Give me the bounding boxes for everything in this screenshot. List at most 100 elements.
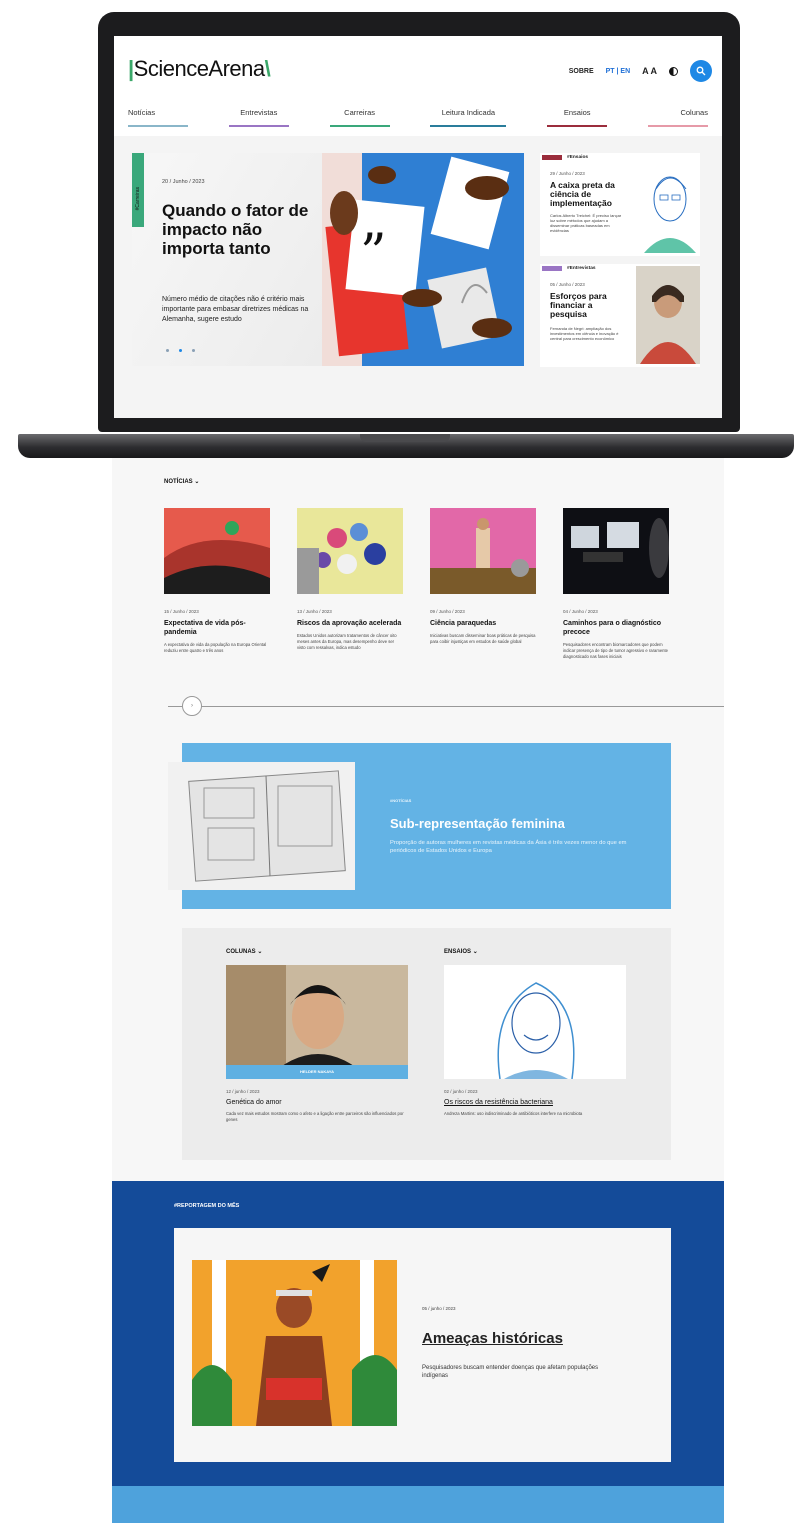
side-card-date: 29 / Junho / 2023 [550,171,585,176]
essay-date: 02 / junho / 2023 [444,1089,478,1094]
feature-subtitle: Proporção de autoras mulheres em revista… [390,840,627,854]
hero-slider[interactable]: #Carreiras 20 / Junho / 2023 Quando o fa… [132,153,524,366]
feature-tag: #NOTÍCIAS [390,798,412,803]
chevron-down-icon: ⌄ [194,479,200,485]
slider-dots [166,349,195,352]
feature-title[interactable]: Sub-representação feminina [390,816,565,831]
ensaios-column: ENSAIOS ⌄ 02 / junho / 2023 Os riscos da… [444,948,626,1117]
indigenous-illustration [192,1260,397,1426]
hero-title[interactable]: Quando o fator de impacto não importa ta… [162,201,312,258]
news-image [430,508,536,594]
portrait-photo [636,266,700,364]
news-image [563,508,669,594]
hero-text-panel: #Carreiras 20 / Junho / 2023 Quando o fa… [132,153,322,366]
slider-next-button[interactable]: › [182,696,202,716]
column-desc: Cada vez mais estudos mostram como o afe… [226,1111,404,1122]
colunas-ensaios-section: COLUNAS ⌄ HELDER NAKAYA 12 / junho / 202… [182,928,671,1160]
news-card[interactable]: 13 / Junho / 2023 Riscos da aprovação ac… [297,508,403,651]
laptop-screen: |ScienceArena\ SOBRE PT | EN A A Notícia… [114,36,722,418]
essay-title[interactable]: Os riscos da resistência bacteriana [444,1099,626,1106]
slider-dot[interactable] [166,349,169,352]
slider-track [168,706,182,707]
page-below: NOTÍCIAS ⌄ 15 / Junho / 2023 Expectativa… [112,458,724,1523]
report-subtitle: Pesquisadores buscam entender doenças qu… [422,1365,599,1379]
svg-text:”: ” [360,224,387,284]
hero-subtitle: Número médio de citações não é critério … [162,296,309,323]
report-title[interactable]: Ameaças históricas [422,1330,563,1347]
essay-author-illustration[interactable] [444,965,626,1079]
nav-carreiras[interactable]: Carreiras [329,108,390,127]
news-card[interactable]: 15 / Junho / 2023 Expectativa de vida pó… [164,508,270,654]
magazine-sketch-illustration [168,762,355,890]
chevron-down-icon: ⌄ [472,949,478,955]
column-date: 12 / junho / 2023 [226,1089,260,1094]
side-card-title[interactable]: A caixa preta da ciência de implementaçã… [550,181,624,208]
chevron-down-icon: ⌄ [257,949,263,955]
news-desc: Iniciativas buscam disseminar boas práti… [430,633,536,644]
news-image [164,508,270,594]
noticias-section-header[interactable]: NOTÍCIAS ⌄ [164,478,199,485]
portrait-sketch-illustration [636,155,700,253]
nav-colunas[interactable]: Colunas [647,108,708,127]
section-label: ENSAIOS [444,949,472,955]
author-name-bar: HELDER NAKAYA [226,1065,408,1079]
news-title[interactable]: Expectativa de vida pós-pandemia [164,619,270,637]
nav-ensaios[interactable]: Ensaios [547,108,608,127]
news-title[interactable]: Ciência paraquedas [430,619,536,628]
news-date: 04 / Junho / 2023 [563,609,598,614]
essay-desc: Andreza Martins: uso indiscriminado de a… [444,1111,583,1116]
news-date: 15 / Junho / 2023 [164,609,199,614]
side-card-desc: Carlos Alberto Treichel: É preciso lança… [550,213,622,233]
font-size-control[interactable]: A A [642,66,657,76]
reportagem-card[interactable]: 05 / junho / 2023 Ameaças históricas Pes… [174,1228,671,1462]
reportagem-label: #REPORTAGEM DO MÊS [174,1203,240,1209]
slider-dot[interactable] [192,349,195,352]
site-logo[interactable]: |ScienceArena\ [128,56,271,82]
search-icon [696,66,706,76]
slider-dot[interactable] [179,349,182,352]
column-title[interactable]: Genética do amor [226,1099,408,1106]
news-desc: A expectativa de vida da população na Eu… [164,642,267,653]
side-card-ensaios[interactable]: #Ensaios 29 / Junho / 2023 A caixa preta… [540,153,700,256]
side-card-title[interactable]: Esforços para financiar a pesquisa [550,292,624,319]
news-card[interactable]: 04 / Junho / 2023 Caminhos para o diagnó… [563,508,669,660]
news-image [297,508,403,594]
nav-noticias[interactable]: Notícias [128,108,188,127]
side-card-entrevistas[interactable]: #Entrevistas 05 / Junho / 2023 Esforços … [540,264,700,367]
news-title[interactable]: Caminhos para o diagnóstico precoce [563,619,669,637]
column-author-photo[interactable]: HELDER NAKAYA [226,965,408,1079]
about-link[interactable]: SOBRE [569,68,594,75]
side-card-desc: Fernanda de Negri: ampliação dos investi… [550,326,619,341]
slider-track [192,706,724,707]
hero-illustration: ” [322,153,524,366]
side-card-date: 05 / Junho / 2023 [550,282,585,287]
news-desc: Pesquisadores encontram biomarcadores qu… [563,642,668,659]
site-header: |ScienceArena\ SOBRE PT | EN A A Notícia… [114,36,722,136]
main-nav: Notícias Entrevistas Carreiras Leitura I… [114,108,722,127]
laptop-notch [360,434,450,442]
news-date: 09 / Junho / 2023 [430,609,465,614]
colunas-column: COLUNAS ⌄ HELDER NAKAYA 12 / junho / 202… [226,948,408,1123]
section-label: COLUNAS [226,949,256,955]
news-card[interactable]: 09 / Junho / 2023 Ciência paraquedas Ini… [430,508,536,645]
language-switch[interactable]: PT | EN [606,68,631,75]
author-portrait [226,965,408,1079]
footer-strip [112,1486,724,1523]
side-card-tag: #Entrevistas [567,266,596,271]
line-portrait [444,965,626,1079]
ensaios-section-header[interactable]: ENSAIOS ⌄ [444,948,626,955]
chevron-right-icon: › [191,703,193,709]
news-title[interactable]: Riscos da aprovação acelerada [297,619,403,628]
report-date: 05 / junho / 2023 [422,1306,456,1311]
contrast-icon[interactable] [669,66,678,76]
search-button[interactable] [690,60,712,82]
news-desc: Estados Unidos autorizam tratamentos de … [297,633,397,650]
colunas-section-header[interactable]: COLUNAS ⌄ [226,948,408,955]
reportagem-section: #REPORTAGEM DO MÊS 05 / junho / 2023 Ame… [112,1181,724,1523]
news-date: 13 / Junho / 2023 [297,609,332,614]
hero-date: 20 / Junho / 2023 [162,179,205,185]
nav-entrevistas[interactable]: Entrevistas [228,108,289,127]
hero-category-tag[interactable]: #Carreiras [132,153,144,227]
side-card-tag: #Ensaios [567,155,589,160]
nav-leitura-indicada[interactable]: Leitura Indicada [430,108,507,127]
